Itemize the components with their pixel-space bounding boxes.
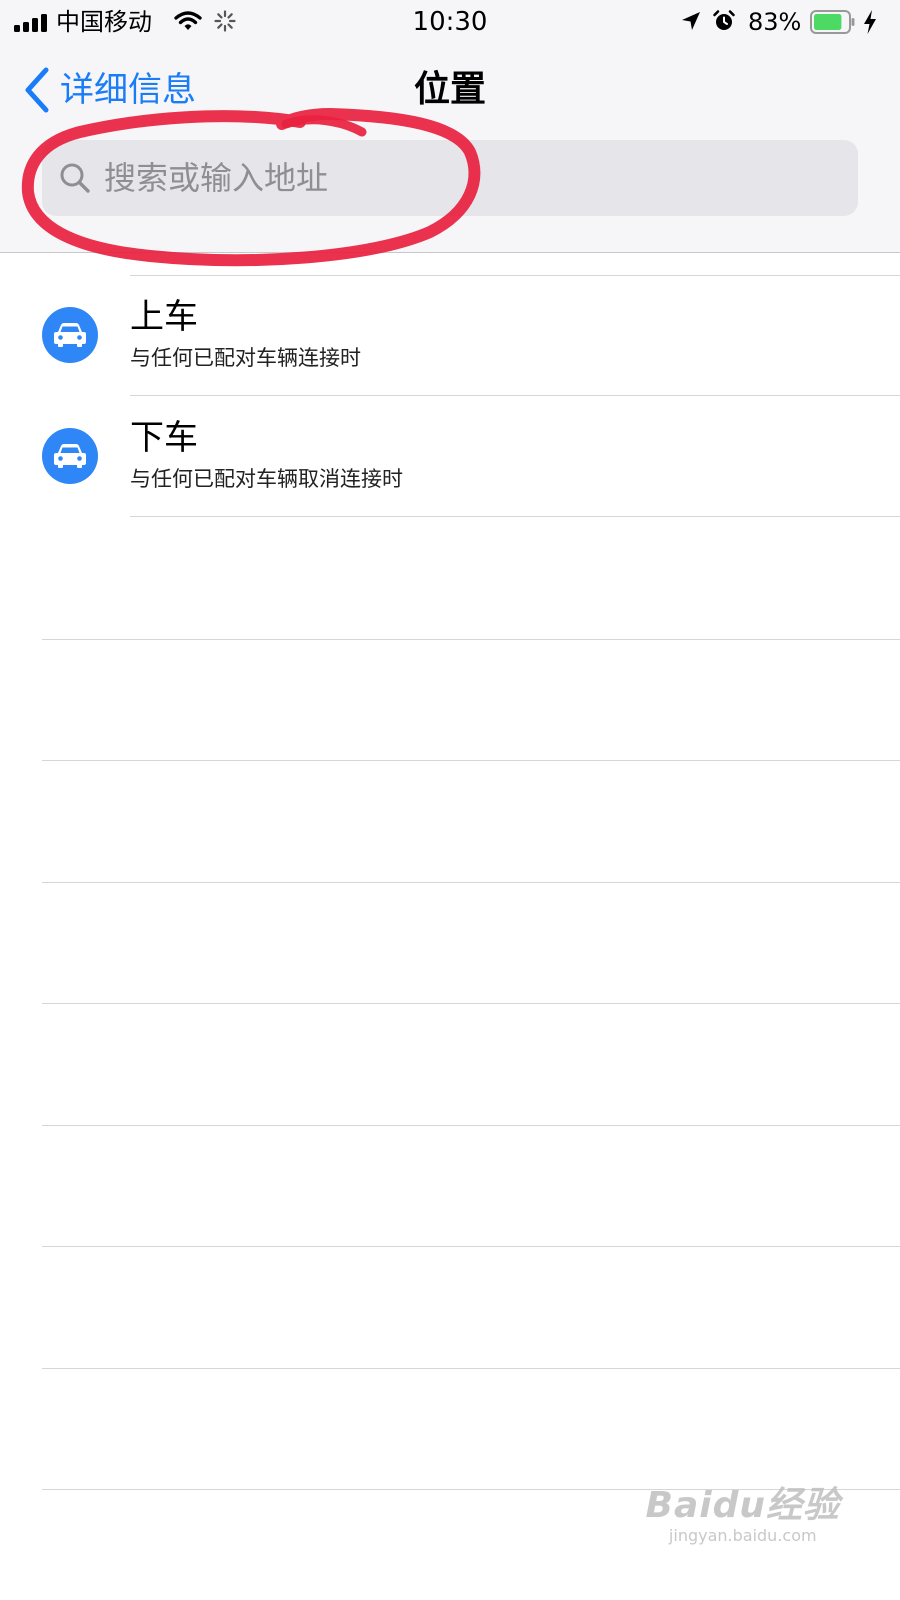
- search-bar[interactable]: [42, 140, 858, 216]
- car-icon: [42, 428, 98, 484]
- charging-icon: [864, 10, 876, 34]
- navigation-header: 中国移动 10:30 83% 详细信息 位置 搜索或输入地址: [0, 0, 900, 253]
- empty-row: [0, 1369, 900, 1491]
- empty-list-area: [0, 518, 900, 1490]
- trigger-list: 上车 与任何已配对车辆连接时 下车 与任何已配对车辆取消连接时: [0, 275, 900, 517]
- watermark: Baidu经验 jingyan.baidu.com: [646, 1486, 840, 1546]
- back-button-label: 详细信息: [60, 70, 196, 110]
- page-title: 位置: [413, 69, 486, 110]
- location-icon: [682, 12, 700, 30]
- list-item-subtitle: 与任何已配对车辆连接时: [130, 346, 361, 370]
- empty-row: [0, 883, 900, 1005]
- empty-row: [0, 1247, 900, 1369]
- empty-row: [0, 518, 900, 640]
- empty-row: [0, 1126, 900, 1248]
- list-item-get-out[interactable]: 下车 与任何已配对车辆取消连接时: [0, 396, 900, 517]
- watermark-logo: Baidu经验: [645, 1485, 840, 1526]
- list-item-get-in[interactable]: 上车 与任何已配对车辆连接时: [0, 275, 900, 396]
- watermark-url: jingyan.baidu.com: [668, 1526, 817, 1545]
- battery-icon: [810, 10, 855, 34]
- empty-row: [0, 761, 900, 883]
- list-item-title: 下车: [130, 418, 198, 458]
- empty-row: [0, 1004, 900, 1126]
- search-input[interactable]: [104, 159, 804, 197]
- back-button[interactable]: 详细信息: [22, 64, 196, 116]
- status-bar: 中国移动 10:30 83%: [0, 0, 900, 44]
- car-icon: [42, 307, 98, 363]
- list-item-subtitle: 与任何已配对车辆取消连接时: [130, 467, 403, 491]
- list-item-title: 上车: [130, 297, 198, 337]
- chevron-left-icon: [25, 67, 49, 113]
- alarm-icon: [713, 10, 735, 30]
- battery-percentage: 83%: [748, 8, 802, 36]
- search-icon: [60, 163, 90, 193]
- empty-row: [0, 640, 900, 762]
